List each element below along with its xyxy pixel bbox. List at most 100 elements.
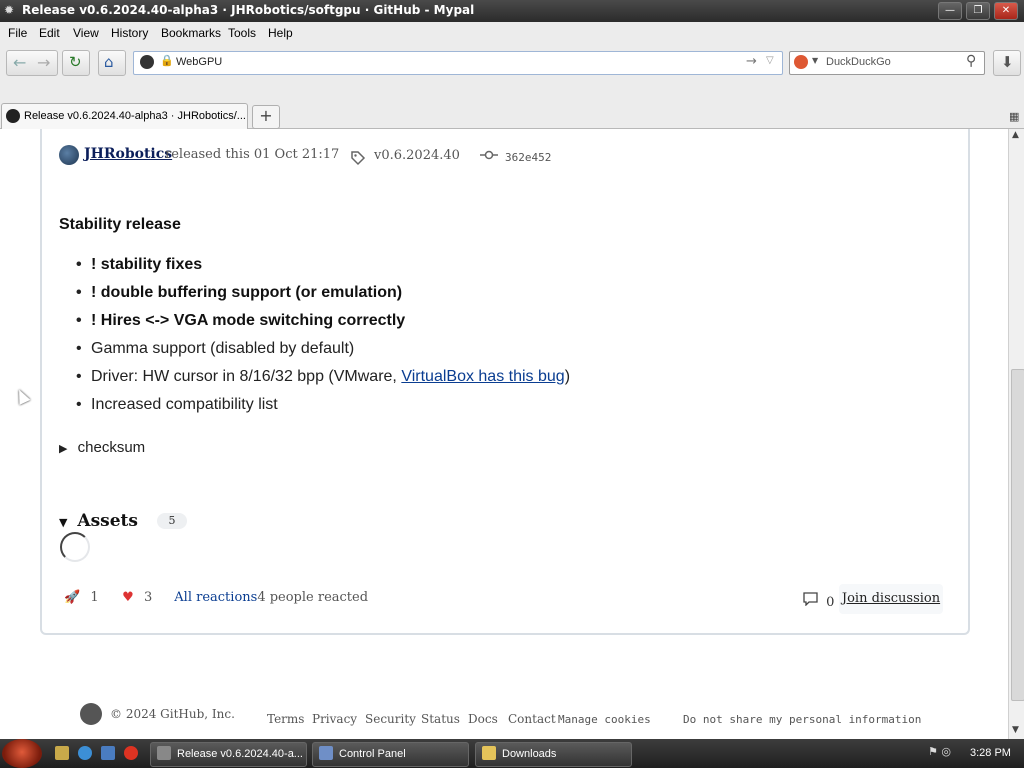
list-item-text: Driver: HW cursor in 8/16/32 bpp (VMware…: [91, 368, 402, 385]
checksum-label: checksum: [77, 439, 146, 456]
reload-icon: ↻: [69, 53, 82, 71]
mypal-icon: [157, 746, 171, 760]
taskbar-item-label: Downloads: [502, 748, 557, 760]
footer-link-status[interactable]: Status: [421, 712, 460, 726]
downloads-button[interactable]: ⬇: [993, 50, 1021, 76]
quicklaunch-opera-icon[interactable]: [124, 746, 138, 760]
released-date: released this 01 Oct 21:17: [165, 147, 340, 162]
menu-bookmarks[interactable]: Bookmarks: [161, 26, 221, 40]
taskbar: Release v0.6.2024.40-a... Control Panel …: [0, 739, 1024, 768]
list-item: ! stability fixes: [76, 256, 570, 284]
join-discussion-button[interactable]: Join discussion: [839, 584, 943, 614]
do-not-share-button[interactable]: Do not share my personal information: [683, 713, 921, 726]
system-tray-icons[interactable]: ⚑ ◎: [928, 745, 960, 761]
url-dropdown-icon[interactable]: ▽: [766, 55, 774, 66]
page-footer: © 2024 GitHub, Inc. Terms Privacy Securi…: [80, 703, 980, 733]
heart-icon: ♥: [122, 590, 134, 605]
url-text: WebGPU: [176, 56, 223, 68]
search-icon[interactable]: ⚲: [966, 53, 976, 69]
vertical-scrollbar[interactable]: ▲ ▼: [1008, 129, 1024, 739]
go-arrow-icon[interactable]: →: [746, 54, 757, 69]
tag-icon: [350, 150, 366, 166]
list-item: ! double buffering support (or emulation…: [76, 284, 570, 312]
footer-link-docs[interactable]: Docs: [468, 712, 498, 726]
menu-tools[interactable]: Tools: [228, 26, 256, 40]
tab-active[interactable]: Release v0.6.2024.40-alpha3 · JHRobotics…: [1, 103, 248, 129]
comment-icon: [803, 592, 822, 610]
list-item: Gamma support (disabled by default): [76, 340, 570, 368]
github-favicon-icon: [6, 109, 20, 123]
lock-icon: 🔒: [160, 54, 174, 67]
menu-edit[interactable]: Edit: [39, 26, 60, 40]
mypal-app-icon: ✹: [4, 3, 15, 17]
github-site-icon: [140, 55, 154, 69]
footer-link-terms[interactable]: Terms: [267, 712, 304, 726]
taskbar-item-label: Release v0.6.2024.40-a...: [177, 748, 303, 760]
quicklaunch-ie-icon[interactable]: [78, 746, 92, 760]
maximize-button[interactable]: ❐: [966, 2, 990, 20]
rocket-count: 1: [90, 590, 99, 605]
copyright-text: © 2024 GitHub, Inc.: [110, 707, 235, 721]
menu-view[interactable]: View: [73, 26, 99, 40]
list-item: Driver: HW cursor in 8/16/32 bpp (VMware…: [76, 368, 570, 396]
comments-count[interactable]: 0: [803, 592, 834, 610]
scroll-down-icon[interactable]: ▼: [1012, 725, 1019, 735]
virtualbox-bug-link[interactable]: VirtualBox has this bug: [401, 368, 564, 385]
forward-arrow-icon[interactable]: →: [37, 53, 50, 72]
release-notes-list: ! stability fixes ! double buffering sup…: [76, 256, 570, 424]
back-arrow-icon[interactable]: ←: [13, 53, 26, 72]
window-title: Release v0.6.2024.40-alpha3 · JHRobotics…: [22, 3, 475, 17]
clock[interactable]: 3:28 PM: [970, 747, 1011, 759]
quicklaunch-app-icon[interactable]: [101, 746, 115, 760]
reload-button[interactable]: ↻: [62, 50, 90, 76]
all-reactions-link[interactable]: All reactions: [174, 590, 257, 605]
list-item: ! Hires <-> VGA mode switching correctly: [76, 312, 570, 340]
reactions-bar: 🚀 1 ♥ 3 All reactions4 people reacted: [64, 590, 368, 605]
menu-file[interactable]: File: [8, 26, 27, 40]
commit-hash[interactable]: 362e452: [505, 151, 551, 164]
address-bar[interactable]: 🔒 WebGPU → ▽: [133, 51, 783, 75]
search-bar[interactable]: ▼ DuckDuckGo ⚲: [789, 51, 985, 75]
menu-help[interactable]: Help: [268, 26, 293, 40]
quicklaunch-edit-icon[interactable]: [55, 746, 69, 760]
rocket-reaction-button[interactable]: 🚀 1: [64, 590, 108, 605]
menu-history[interactable]: History: [111, 26, 148, 40]
footer-link-privacy[interactable]: Privacy: [312, 712, 357, 726]
search-input[interactable]: DuckDuckGo: [826, 56, 891, 68]
page-content: JHRobotics released this 01 Oct 21:17 v0…: [0, 129, 1008, 739]
tab-list-icon[interactable]: ▦: [1009, 110, 1019, 123]
release-tag[interactable]: v0.6.2024.40: [374, 148, 460, 163]
checksum-toggle[interactable]: ▶ checksum: [59, 439, 145, 456]
control-panel-icon: [319, 746, 333, 760]
tab-label: Release v0.6.2024.40-alpha3 · JHRobotics…: [24, 110, 246, 122]
loading-spinner-icon: [60, 532, 90, 562]
taskbar-item-downloads[interactable]: Downloads: [475, 742, 632, 767]
release-heading: Stability release: [59, 216, 181, 233]
author-link[interactable]: JHRobotics: [84, 146, 172, 162]
scroll-up-icon[interactable]: ▲: [1012, 130, 1019, 140]
assets-count-badge: 5: [157, 513, 187, 529]
taskbar-item-control-panel[interactable]: Control Panel: [312, 742, 469, 767]
minimize-button[interactable]: —: [938, 2, 962, 20]
assets-toggle[interactable]: ▼ Assets: [59, 511, 138, 531]
assets-label: Assets: [77, 511, 138, 531]
footer-link-contact[interactable]: Contact: [508, 712, 556, 726]
window-titlebar: ✹ Release v0.6.2024.40-alpha3 · JHRoboti…: [0, 0, 1024, 22]
rocket-icon: 🚀: [64, 590, 81, 605]
heart-reaction-button[interactable]: ♥ 3: [122, 590, 170, 605]
start-button[interactable]: [2, 739, 42, 768]
duckduckgo-engine-icon[interactable]: [794, 55, 808, 69]
scrollbar-thumb[interactable]: [1011, 369, 1024, 701]
footer-link-security[interactable]: Security: [365, 712, 416, 726]
folder-icon: [482, 746, 496, 760]
close-button[interactable]: ✕: [994, 2, 1018, 20]
engine-dropdown-icon[interactable]: ▼: [812, 56, 818, 65]
home-button[interactable]: ⌂: [98, 50, 126, 76]
author-avatar[interactable]: [59, 145, 79, 165]
github-logo-icon[interactable]: [80, 703, 102, 725]
triangle-right-icon: ▶: [59, 443, 68, 455]
download-arrow-icon: ⬇: [1001, 53, 1014, 71]
manage-cookies-button[interactable]: Manage cookies: [558, 713, 651, 726]
new-tab-button[interactable]: +: [252, 105, 280, 129]
taskbar-item-browser[interactable]: Release v0.6.2024.40-a...: [150, 742, 307, 767]
